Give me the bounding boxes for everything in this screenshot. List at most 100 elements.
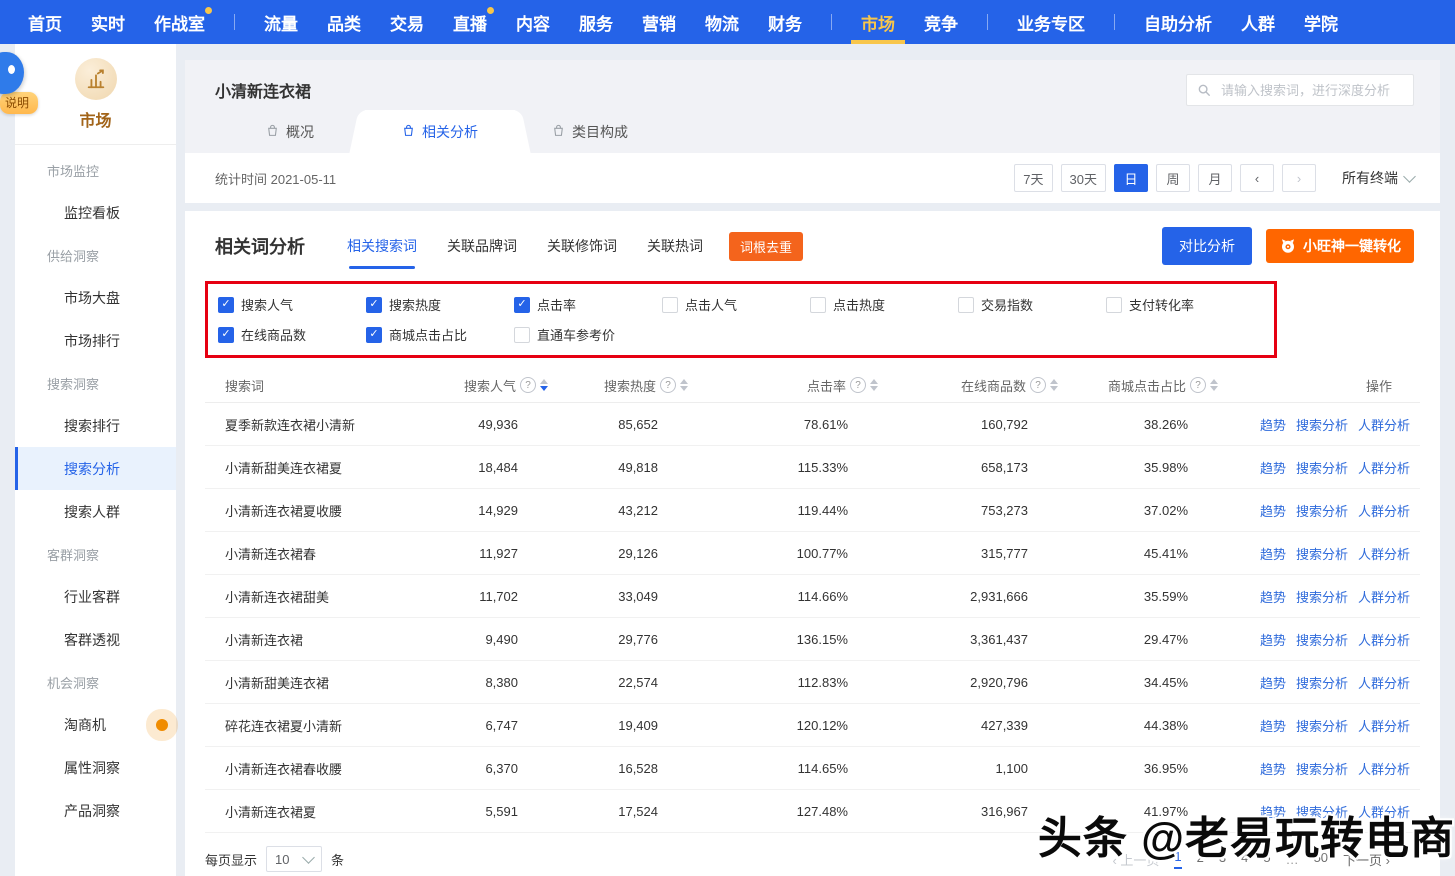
audience-analysis-link[interactable]: 人群分析: [1358, 759, 1410, 778]
audience-analysis-link[interactable]: 人群分析: [1358, 802, 1410, 821]
search-analysis-link[interactable]: 搜索分析: [1296, 716, 1348, 735]
nav-item-traffic[interactable]: 流量: [264, 0, 298, 44]
trend-link[interactable]: 趋势: [1260, 716, 1286, 735]
tab-related-brand-words[interactable]: 关联品牌词: [447, 236, 517, 256]
nav-item-competition[interactable]: 竞争: [924, 0, 958, 44]
trend-link[interactable]: 趋势: [1260, 673, 1286, 692]
nav-item-logistics[interactable]: 物流: [705, 0, 739, 44]
dedupe-button[interactable]: 词根去重: [729, 232, 803, 261]
nav-item-business-zone[interactable]: 业务专区: [1017, 0, 1085, 44]
prev-page-button[interactable]: ‹ 上一页: [1112, 850, 1159, 869]
sidebar-item-tao-opportunity[interactable]: 淘商机: [15, 703, 176, 746]
help-icon[interactable]: ?: [850, 377, 866, 393]
sort-icon[interactable]: [680, 379, 688, 391]
search-analysis-link[interactable]: 搜索分析: [1296, 630, 1348, 649]
sidebar-item-market-ranking[interactable]: 市场排行: [15, 319, 176, 362]
page-4-button[interactable]: 4: [1241, 850, 1248, 868]
checked-box-icon[interactable]: ✓: [366, 327, 382, 343]
date-prev-button[interactable]: ‹: [1240, 164, 1274, 192]
range-30d-button[interactable]: 30天: [1061, 164, 1106, 192]
audience-analysis-link[interactable]: 人群分析: [1358, 630, 1410, 649]
tab-related-modifier-words[interactable]: 关联修饰词: [547, 236, 617, 256]
audience-analysis-link[interactable]: 人群分析: [1358, 716, 1410, 735]
search-analysis-link[interactable]: 搜索分析: [1296, 415, 1348, 434]
nav-item-war-room[interactable]: 作战室: [154, 0, 205, 44]
checkbox-click-heat[interactable]: 点击热度: [810, 295, 958, 314]
date-next-button[interactable]: ›: [1282, 164, 1316, 192]
help-icon[interactable]: ?: [520, 377, 536, 393]
nav-item-home[interactable]: 首页: [28, 0, 62, 44]
sidebar-item-market-overview[interactable]: 市场大盘: [15, 276, 176, 319]
checkbox-payment-conversion[interactable]: 支付转化率: [1106, 295, 1254, 314]
help-icon[interactable]: ?: [660, 377, 676, 393]
checked-box-icon[interactable]: ✓: [366, 297, 382, 313]
mascot-help-badge[interactable]: 说明: [0, 92, 38, 114]
audience-analysis-link[interactable]: 人群分析: [1358, 544, 1410, 563]
checked-box-icon[interactable]: ✓: [218, 327, 234, 343]
trend-link[interactable]: 趋势: [1260, 759, 1286, 778]
column-header-click-rate[interactable]: 点击率?: [710, 376, 900, 395]
search-analysis-link[interactable]: 搜索分析: [1296, 544, 1348, 563]
compare-analysis-button[interactable]: 对比分析: [1162, 227, 1252, 265]
search-analysis-link[interactable]: 搜索分析: [1296, 673, 1348, 692]
checkbox-click-popularity[interactable]: 点击人气: [662, 295, 810, 314]
sidebar-item-monitor-board[interactable]: 监控看板: [15, 191, 176, 234]
trend-link[interactable]: 趋势: [1260, 544, 1286, 563]
audience-analysis-link[interactable]: 人群分析: [1358, 415, 1410, 434]
sort-icon[interactable]: [540, 379, 548, 391]
sidebar-item-audience-perspective[interactable]: 客群透视: [15, 618, 176, 661]
unchecked-box-icon[interactable]: [514, 327, 530, 343]
sort-icon[interactable]: [1210, 379, 1218, 391]
page-3-button[interactable]: 3: [1219, 850, 1226, 868]
help-icon[interactable]: ?: [1030, 377, 1046, 393]
trend-link[interactable]: 趋势: [1260, 630, 1286, 649]
nav-item-finance[interactable]: 财务: [768, 0, 802, 44]
page-2-button[interactable]: 2: [1197, 850, 1204, 868]
range-day-button[interactable]: 日: [1114, 164, 1148, 192]
page-50-button[interactable]: 50: [1314, 850, 1328, 868]
range-week-button[interactable]: 周: [1156, 164, 1190, 192]
search-analysis-link[interactable]: 搜索分析: [1296, 501, 1348, 520]
column-header-mall-click-share[interactable]: 商城点击占比?: [1080, 376, 1240, 395]
nav-item-academy[interactable]: 学院: [1304, 0, 1338, 44]
search-analysis-link[interactable]: 搜索分析: [1296, 802, 1348, 821]
checkbox-click-rate[interactable]: ✓点击率: [514, 295, 662, 314]
page-size-select[interactable]: 10: [266, 846, 322, 872]
audience-analysis-link[interactable]: 人群分析: [1358, 458, 1410, 477]
range-month-button[interactable]: 月: [1198, 164, 1232, 192]
audience-analysis-link[interactable]: 人群分析: [1358, 501, 1410, 520]
tab-overview[interactable]: 概况: [215, 110, 365, 153]
audience-analysis-link[interactable]: 人群分析: [1358, 673, 1410, 692]
sidebar-item-product-insight[interactable]: 产品洞察: [15, 789, 176, 832]
trend-link[interactable]: 趋势: [1260, 501, 1286, 520]
checkbox-trade-index[interactable]: 交易指数: [958, 295, 1106, 314]
checkbox-search-heat[interactable]: ✓搜索热度: [366, 295, 514, 314]
nav-item-content[interactable]: 内容: [516, 0, 550, 44]
audience-analysis-link[interactable]: 人群分析: [1358, 587, 1410, 606]
sidebar-item-search-ranking[interactable]: 搜索排行: [15, 404, 176, 447]
search-analysis-link[interactable]: 搜索分析: [1296, 458, 1348, 477]
search-box[interactable]: [1186, 74, 1414, 106]
checkbox-mall-click-share[interactable]: ✓商城点击占比: [366, 325, 514, 344]
help-icon[interactable]: ?: [1190, 377, 1206, 393]
nav-item-audience[interactable]: 人群: [1241, 0, 1275, 44]
trend-link[interactable]: 趋势: [1260, 802, 1286, 821]
search-analysis-link[interactable]: 搜索分析: [1296, 759, 1348, 778]
nav-item-self-analysis[interactable]: 自助分析: [1144, 0, 1212, 44]
sidebar-item-search-audience[interactable]: 搜索人群: [15, 490, 176, 533]
trend-link[interactable]: 趋势: [1260, 587, 1286, 606]
sort-icon[interactable]: [870, 379, 878, 391]
column-header-search-popularity[interactable]: 搜索人气?: [445, 376, 570, 395]
checked-box-icon[interactable]: ✓: [514, 297, 530, 313]
nav-item-live[interactable]: 直播: [453, 0, 487, 44]
tab-related-analysis[interactable]: 相关分析: [365, 110, 515, 153]
unchecked-box-icon[interactable]: [958, 297, 974, 313]
terminal-selector[interactable]: 所有终端: [1342, 168, 1414, 188]
trend-link[interactable]: 趋势: [1260, 458, 1286, 477]
search-input[interactable]: [1219, 82, 1403, 99]
next-page-button[interactable]: 下一页 ›: [1343, 850, 1390, 869]
nav-item-marketing[interactable]: 营销: [642, 0, 676, 44]
trend-link[interactable]: 趋势: [1260, 415, 1286, 434]
sidebar-item-search-analysis[interactable]: 搜索分析: [15, 447, 176, 490]
column-header-online-products[interactable]: 在线商品数?: [900, 376, 1080, 395]
